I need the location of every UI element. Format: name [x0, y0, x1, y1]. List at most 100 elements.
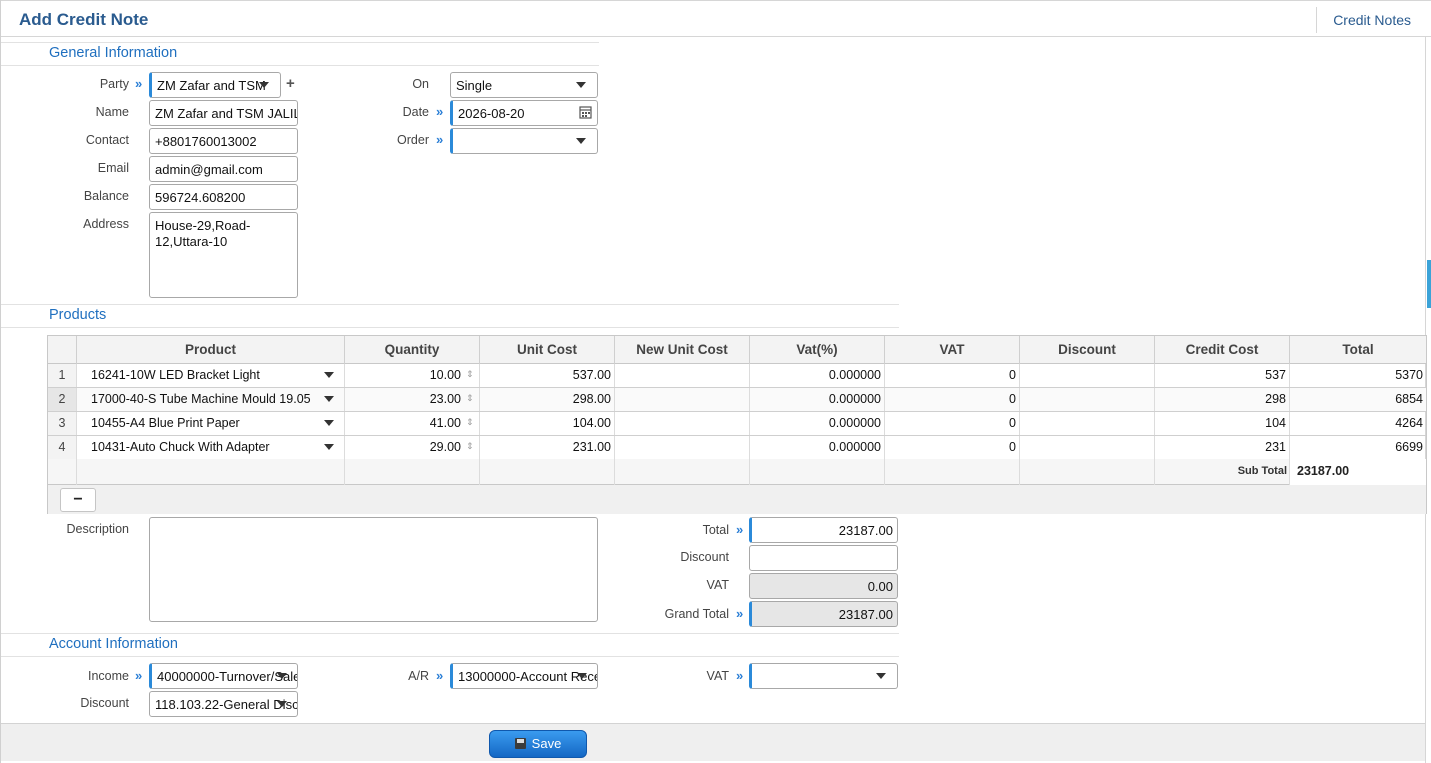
discount-cell[interactable] — [1019, 436, 1154, 459]
on-chevron-down-icon — [576, 82, 586, 88]
product-select[interactable]: 16241-10W LED Bracket Light — [76, 364, 344, 387]
add-party-icon[interactable]: + — [286, 75, 295, 92]
unit-cost-cell: 104.00 — [479, 412, 614, 435]
account-section-top-divider — [1, 633, 899, 634]
income-required-icon: » — [135, 668, 143, 683]
page-header: Add Credit Note Credit Notes — [1, 0, 1431, 37]
account-information-title: Account Information — [49, 636, 178, 652]
party-value: ZM Zafar and TSM — [157, 78, 266, 93]
party-chevron-down-icon — [259, 82, 269, 88]
credit-note-form: Add Credit Note Credit Notes General Inf… — [0, 0, 1431, 763]
unit-cost-cell: 298.00 — [479, 388, 614, 411]
income-select[interactable]: 40000000-Turnover/Sales — [149, 663, 298, 689]
party-label: Party — [99, 77, 129, 91]
ar-label: A/R — [408, 669, 429, 683]
account-discount-select[interactable]: 118.103.22-General Discount — [149, 691, 298, 717]
discount-cell[interactable] — [1019, 412, 1154, 435]
products-section-divider — [1, 327, 899, 328]
quantity-stepper[interactable]: 23.00 — [344, 388, 479, 411]
account-vat-chevron-down-icon — [876, 673, 886, 679]
products-section-top-divider — [1, 304, 899, 305]
balance-label: Balance — [83, 189, 129, 203]
general-information-title: General Information — [49, 45, 178, 61]
table-row[interactable]: 1 16241-10W LED Bracket Light 10.00 ⇕ 53… — [48, 364, 1426, 388]
address-label: Address — [83, 217, 129, 231]
vat-percent-cell: 0.000000 — [749, 364, 884, 387]
ar-select[interactable]: 13000000-Account Receivable — [450, 663, 598, 689]
name-field[interactable]: ZM Zafar and TSM JALIL — [149, 100, 298, 126]
contact-label: Contact — [85, 133, 129, 147]
table-row[interactable]: 4 10431-Auto Chuck With Adapter 29.00 ⇕ … — [48, 436, 1426, 460]
discount-label: Discount — [680, 550, 729, 564]
stepper-arrows-icon[interactable]: ⇕ — [466, 369, 474, 380]
ar-required-icon: » — [436, 668, 444, 683]
discount-field[interactable] — [749, 545, 898, 571]
total-cell: 4264 — [1289, 412, 1426, 435]
credit-notes-link[interactable]: Credit Notes — [1333, 12, 1411, 28]
description-label: Description — [66, 522, 129, 536]
general-section-top-divider — [1, 42, 599, 43]
vat-cell: 0 — [884, 364, 1019, 387]
balance-field[interactable]: 596724.608200 — [149, 184, 298, 210]
save-button[interactable]: Save — [489, 730, 587, 758]
new-unit-cost-cell[interactable] — [614, 412, 749, 435]
quantity-stepper[interactable]: 10.00 — [344, 364, 479, 387]
stepper-arrows-icon[interactable]: ⇕ — [466, 417, 474, 428]
unit-cost-cell: 537.00 — [479, 364, 614, 387]
account-section-divider — [1, 656, 899, 657]
account-vat-required-icon: » — [736, 668, 744, 683]
name-value: ZM Zafar and TSM JALIL — [155, 106, 298, 121]
credit-cost-cell: 298 — [1154, 388, 1289, 411]
products-table-header: Product Quantity Unit Cost New Unit Cost… — [48, 336, 1426, 364]
product-chevron-down-icon — [324, 420, 334, 426]
discount-cell[interactable] — [1019, 388, 1154, 411]
product-select[interactable]: 17000-40-S Tube Machine Mould 19.05 — [76, 388, 344, 411]
table-row[interactable]: 3 10455-A4 Blue Print Paper 41.00 ⇕ 104.… — [48, 412, 1426, 436]
total-label: Total — [702, 523, 729, 537]
column-header-discount: Discount — [1019, 336, 1154, 364]
date-field[interactable]: 2026-08-20 — [450, 100, 598, 126]
grand-total-label: Grand Total — [664, 607, 729, 621]
subtotal-col-divider — [884, 459, 885, 485]
new-unit-cost-cell[interactable] — [614, 388, 749, 411]
unit-cost-cell: 231.00 — [479, 436, 614, 459]
discount-cell[interactable] — [1019, 364, 1154, 387]
total-field[interactable]: 23187.00 — [749, 517, 898, 543]
address-textarea[interactable]: House-29,Road-12,Uttara-10 — [149, 212, 298, 298]
total-cell: 5370 — [1289, 364, 1426, 387]
calendar-icon[interactable] — [579, 105, 592, 119]
table-row[interactable]: 2 17000-40-S Tube Machine Mould 19.05 23… — [48, 388, 1426, 412]
vat-cell: 0 — [884, 436, 1019, 459]
row-index: 1 — [48, 364, 76, 387]
total-value: 23187.00 — [838, 523, 893, 538]
new-unit-cost-cell[interactable] — [614, 436, 749, 459]
stepper-arrows-icon[interactable]: ⇕ — [466, 441, 474, 452]
scrollbar-thumb[interactable] — [1427, 260, 1431, 308]
remove-row-button[interactable]: − — [60, 488, 96, 512]
date-value: 2026-08-20 — [458, 106, 525, 121]
account-vat-label: VAT — [706, 669, 729, 683]
order-chevron-down-icon — [576, 138, 586, 144]
date-required-icon: » — [436, 104, 444, 119]
contact-field[interactable]: +8801760013002 — [149, 128, 298, 154]
grand-total-field: 23187.00 — [749, 601, 898, 627]
product-select[interactable]: 10431-Auto Chuck With Adapter — [76, 436, 344, 459]
product-select[interactable]: 10455-A4 Blue Print Paper — [76, 412, 344, 435]
description-textarea[interactable] — [149, 517, 598, 622]
total-cell: 6854 — [1289, 388, 1426, 411]
subtotal-col-divider — [344, 459, 345, 485]
income-label: Income — [88, 669, 129, 683]
new-unit-cost-cell[interactable] — [614, 364, 749, 387]
stepper-arrows-icon[interactable]: ⇕ — [466, 393, 474, 404]
vat-percent-cell: 0.000000 — [749, 388, 884, 411]
subtotal-col-divider — [614, 459, 615, 485]
income-chevron-down-icon — [277, 673, 287, 679]
vat-value: 0.00 — [867, 579, 893, 594]
quantity-stepper[interactable]: 29.00 — [344, 436, 479, 459]
quantity-stepper[interactable]: 41.00 — [344, 412, 479, 435]
products-table: Product Quantity Unit Cost New Unit Cost… — [47, 335, 1427, 514]
email-field[interactable]: admin@gmail.com — [149, 156, 298, 182]
product-chevron-down-icon — [324, 444, 334, 450]
subtotal-col-divider — [1019, 459, 1020, 485]
subtotal-value: 23187.00 — [1289, 459, 1426, 485]
